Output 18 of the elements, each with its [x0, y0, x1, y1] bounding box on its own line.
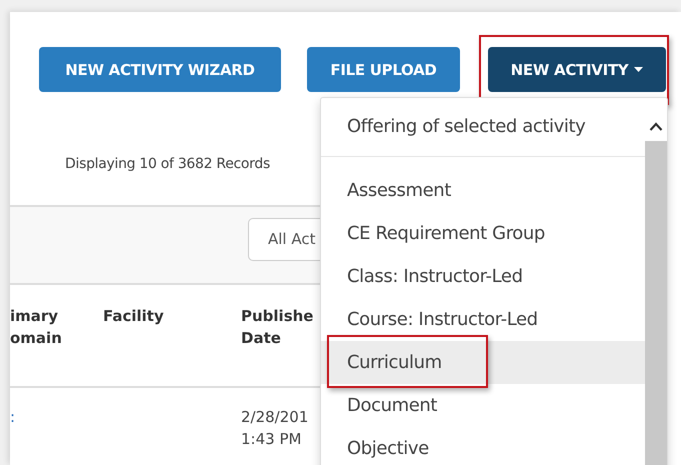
menu-item[interactable]: Course: Instructor-Led [321, 298, 645, 341]
menu-item[interactable]: Objective [321, 427, 645, 465]
column-header[interactable]: imary omain [10, 305, 103, 386]
scrollbar-thumb[interactable] [645, 141, 667, 465]
table-link[interactable]: : [10, 406, 103, 428]
table-cell-text: 2/28/201 1:43 PM [241, 407, 310, 450]
record-count: Displaying 10 of 3682 Records [64, 156, 271, 174]
caret-icon [634, 67, 644, 72]
action-button[interactable]: NEW ACTIVITY [488, 47, 666, 92]
column-header[interactable]: Publishe Date [241, 305, 320, 386]
action-button[interactable]: NEW ACTIVITY WIZARD [39, 47, 281, 92]
column-header[interactable]: Facility [103, 305, 241, 386]
scroll-up-icon[interactable] [649, 122, 663, 131]
action-button[interactable]: FILE UPLOAD [307, 47, 460, 92]
menu-item[interactable]: Offering of selected activity [321, 98, 645, 156]
menu-item[interactable]: Document [321, 384, 645, 427]
menu-item[interactable]: Curriculum [321, 341, 645, 384]
menu-item[interactable]: Assessment [321, 169, 645, 212]
